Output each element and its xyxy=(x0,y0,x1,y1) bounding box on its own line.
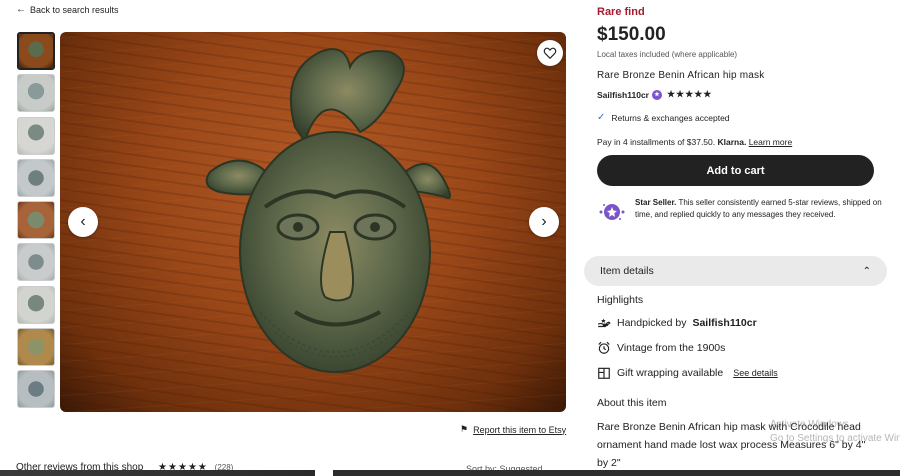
highlight-handpicked: Handpicked by Sailfish110cr xyxy=(597,316,757,330)
rare-find-badge: Rare find xyxy=(597,6,645,18)
arrow-left-icon: ← xyxy=(16,4,26,15)
thumbnail-image xyxy=(19,34,53,68)
star-seller-badge-icon: ★ xyxy=(651,89,662,100)
listing-title: Rare Bronze Benin African hip mask xyxy=(597,70,765,81)
gift-wrap-label: Gift wrapping available xyxy=(617,367,724,379)
checkmark-icon: ✓ xyxy=(597,112,606,123)
thumbnail-4[interactable] xyxy=(17,158,55,197)
thumbnail-6[interactable] xyxy=(17,243,55,282)
see-details-link[interactable]: See details xyxy=(733,368,778,378)
os-taskbar xyxy=(0,470,900,476)
favorite-button[interactable] xyxy=(537,40,563,66)
learn-more-link[interactable]: Learn more xyxy=(749,137,792,147)
report-item-link[interactable]: ⚑ Report this item to Etsy xyxy=(460,424,566,435)
star-seller-title: Star Seller. xyxy=(635,198,677,207)
watermark-line-1: Activate Windows xyxy=(770,419,849,430)
thumbnail-image xyxy=(18,202,54,239)
thumbnail-2[interactable] xyxy=(17,74,55,113)
thumbnail-1[interactable] xyxy=(17,32,55,70)
thumbnail-7[interactable] xyxy=(17,285,55,324)
hand-icon xyxy=(597,316,611,330)
thumbnail-image xyxy=(18,244,54,281)
thumbnail-5[interactable] xyxy=(17,201,55,240)
highlight-vintage: Vintage from the 1900s xyxy=(597,341,725,355)
heart-icon xyxy=(543,47,557,60)
highlights-heading: Highlights xyxy=(597,294,644,306)
returns-label: Returns & exchanges accepted xyxy=(611,112,730,123)
thumbnail-image xyxy=(18,329,54,366)
thumbnail-image xyxy=(18,371,54,408)
about-heading: About this item xyxy=(597,397,667,409)
bronze-mask-picture xyxy=(205,48,451,373)
thumbnail-strip xyxy=(17,32,57,413)
add-to-cart-button[interactable]: Add to cart xyxy=(597,155,874,186)
item-details-label: Item details xyxy=(600,265,654,277)
flag-icon: ⚑ xyxy=(460,424,469,434)
gift-box-icon xyxy=(597,366,611,380)
klarna-brand: Klarna. xyxy=(717,137,747,147)
activate-windows-watermark: Activate Windows Go to Settings to activ… xyxy=(770,418,900,446)
chevron-right-icon: › xyxy=(541,213,547,230)
main-product-image[interactable] xyxy=(60,32,566,412)
chevron-up-icon: ⌃ xyxy=(862,265,871,277)
alarm-clock-icon xyxy=(597,341,611,355)
returns-policy: ✓ Returns & exchanges accepted xyxy=(597,112,730,123)
next-image-button[interactable]: › xyxy=(529,207,559,237)
chevron-left-icon: ‹ xyxy=(80,213,86,230)
seller-name[interactable]: Sailfish110cr xyxy=(597,90,649,100)
handpicked-seller[interactable]: Sailfish110cr xyxy=(692,317,756,329)
star-seller-description: Star Seller. This seller consistently ea… xyxy=(635,197,885,227)
taxes-note: Local taxes included (where applicable) xyxy=(597,50,738,59)
thumbnail-3[interactable] xyxy=(17,116,55,155)
item-details-toggle[interactable]: Item details ⌃ xyxy=(584,256,887,286)
highlight-gift-wrap: Gift wrapping available See details xyxy=(597,366,778,380)
vintage-label: Vintage from the 1900s xyxy=(617,342,726,354)
installments-text: Pay in 4 installments of $37.50. xyxy=(597,137,716,147)
report-item-label: Report this item to Etsy xyxy=(473,424,567,435)
star-seller-icon xyxy=(599,204,625,220)
thumbnail-8[interactable] xyxy=(17,328,55,367)
installments-info: Pay in 4 installments of $37.50. Klarna.… xyxy=(597,137,792,147)
back-to-search-label: Back to search results xyxy=(30,4,119,15)
thumbnail-image xyxy=(18,75,54,112)
back-to-search-link[interactable]: ← Back to search results xyxy=(16,4,119,15)
previous-image-button[interactable]: ‹ xyxy=(68,207,98,237)
seller-rating-stars[interactable]: ★★★★★ xyxy=(667,89,712,100)
thumbnail-9[interactable] xyxy=(17,370,55,409)
handpicked-prefix: Handpicked by xyxy=(617,317,687,329)
watermark-line-2: Go to Settings to activate Windows. xyxy=(770,433,900,444)
thumbnail-image xyxy=(18,159,54,196)
thumbnail-image xyxy=(18,117,54,154)
star-seller-info: Star Seller. This seller consistently ea… xyxy=(597,197,887,227)
seller-info[interactable]: Sailfish110cr ★ ★★★★★ xyxy=(597,89,712,100)
thumbnail-image xyxy=(18,286,54,323)
price: $150.00 xyxy=(597,24,666,45)
